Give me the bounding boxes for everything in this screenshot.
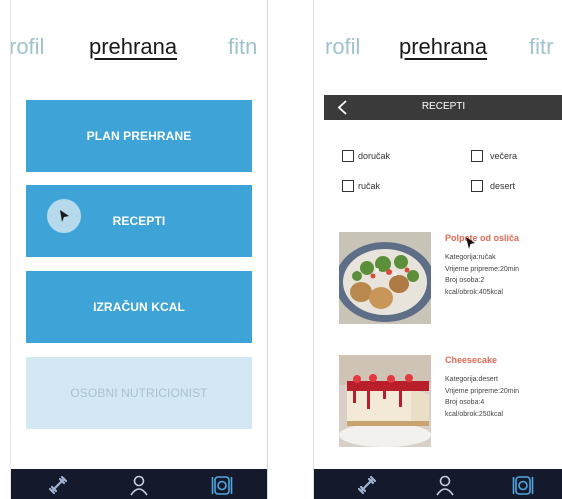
checkbox-icon[interactable]	[342, 150, 354, 162]
plate-icon[interactable]	[211, 474, 233, 496]
recipe-category: Kategorija:desert	[445, 376, 498, 383]
dumbbell-icon[interactable]	[356, 474, 378, 496]
bottom-navigation	[314, 469, 562, 499]
tab-fitness[interactable]: fitr	[529, 34, 553, 60]
tab-prehrana[interactable]: prehrana	[399, 34, 487, 60]
filter-dorucak[interactable]: doručak	[342, 150, 390, 162]
recipe-image-polpete[interactable]	[339, 232, 431, 324]
filter-rucak-label: ručak	[358, 181, 381, 191]
recepti-header: RECEPTI	[324, 95, 562, 120]
recipe-kcal: kcal/obrok:405kcal	[445, 288, 503, 296]
tab-prehrana[interactable]: prehrana	[89, 34, 177, 60]
profile-icon[interactable]	[434, 474, 456, 496]
section-tabs: rofil prehrana fitr	[314, 34, 562, 64]
recipe-servings: Broj osoba:4	[445, 399, 485, 406]
filter-desert-label: desert	[490, 181, 516, 191]
izracun-kcal-button[interactable]: IZRAČUN KCAL	[26, 271, 252, 343]
bottom-navigation	[11, 469, 267, 499]
filter-desert[interactable]: desert	[471, 180, 515, 192]
recepti-button[interactable]: RECEPTI	[26, 185, 252, 257]
recipe-prep-time: Vrijeme pripreme:20min	[445, 387, 520, 395]
profile-icon[interactable]	[128, 474, 150, 496]
tab-profil[interactable]: rofil	[325, 34, 360, 60]
plate-icon[interactable]	[512, 474, 534, 496]
recipe-category: Kategorija:ručak	[445, 254, 496, 261]
filter-dorucak-label: doručak	[358, 151, 391, 161]
filter-rucak[interactable]: ručak	[342, 180, 380, 192]
recepti-button-label: RECEPTI	[112, 214, 166, 228]
recipe-servings: Broj osoba:2	[445, 277, 485, 284]
cursor-highlight	[47, 199, 81, 233]
osobni-nutricionist-button[interactable]: OSOBNI NUTRICIONIST	[26, 357, 252, 429]
recipe-title-polpete[interactable]: Polpete od osliča	[445, 233, 519, 243]
tab-profil[interactable]: rofil	[11, 34, 44, 60]
plan-prehrane-button[interactable]: PLAN PREHRANE	[26, 100, 252, 172]
recipe-kcal: kcal/obrok:250kcal	[445, 410, 503, 418]
mouse-pointer-icon	[60, 210, 69, 222]
mouse-pointer-icon	[466, 237, 475, 249]
checkbox-icon[interactable]	[471, 180, 483, 192]
recipe-meta-polpete: Kategorija:ručak Vrijeme pripreme:20min …	[445, 252, 519, 298]
prehrana-menu-screen: rofil prehrana fitn PLAN PREHRANE RECEPT…	[10, 0, 268, 499]
filter-vecera-label: večera	[490, 151, 518, 161]
section-tabs: rofil prehrana fitn	[11, 34, 267, 64]
filter-vecera[interactable]: večera	[471, 150, 517, 162]
dumbbell-icon[interactable]	[47, 474, 69, 496]
checkbox-icon[interactable]	[471, 150, 483, 162]
recipe-prep-time: Vrijeme pripreme:20min	[445, 265, 520, 273]
recipe-title-cheesecake[interactable]: Cheesecake	[445, 355, 497, 365]
recipe-meta-cheesecake: Kategorija:desert Vrijeme pripreme:20min…	[445, 374, 519, 420]
tab-fitness[interactable]: fitn	[228, 34, 257, 60]
page-title: RECEPTI	[421, 101, 466, 112]
recipe-image-cheesecake[interactable]	[339, 355, 431, 447]
recepti-screen: rofil prehrana fitr RECEPTI doručak veče…	[313, 0, 562, 499]
checkbox-icon[interactable]	[342, 180, 354, 192]
